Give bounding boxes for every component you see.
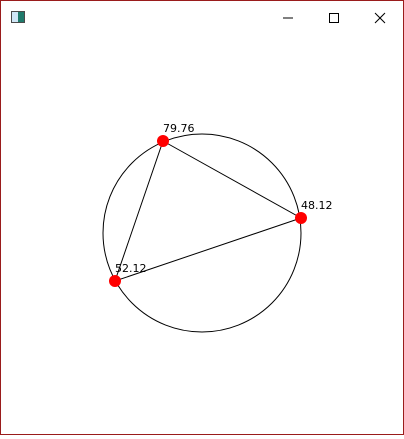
window-controls [265,1,403,35]
circle-triangle-diagram: 79.76 48.12 52.12 [102,122,333,333]
vertex-label-3: 52.12 [115,262,147,275]
title-bar[interactable] [1,1,403,35]
vertex-point-1[interactable] [157,135,169,147]
inscribed-triangle [114,140,303,282]
close-button[interactable] [357,1,403,35]
circumscribed-circle [102,133,302,333]
minimize-icon [283,17,293,19]
minimize-button[interactable] [265,1,311,35]
close-icon [374,12,386,24]
drawing-canvas: 79.76 48.12 52.12 [1,35,403,435]
maximize-button[interactable] [311,1,357,35]
vertex-point-2[interactable] [295,212,307,224]
vertex-label-1: 79.76 [163,122,195,135]
maximize-icon [329,13,339,23]
vertex-label-2: 48.12 [301,199,333,212]
app-icon [11,11,25,23]
app-window: 79.76 48.12 52.12 [0,0,404,435]
vertex-point-3[interactable] [109,275,121,287]
